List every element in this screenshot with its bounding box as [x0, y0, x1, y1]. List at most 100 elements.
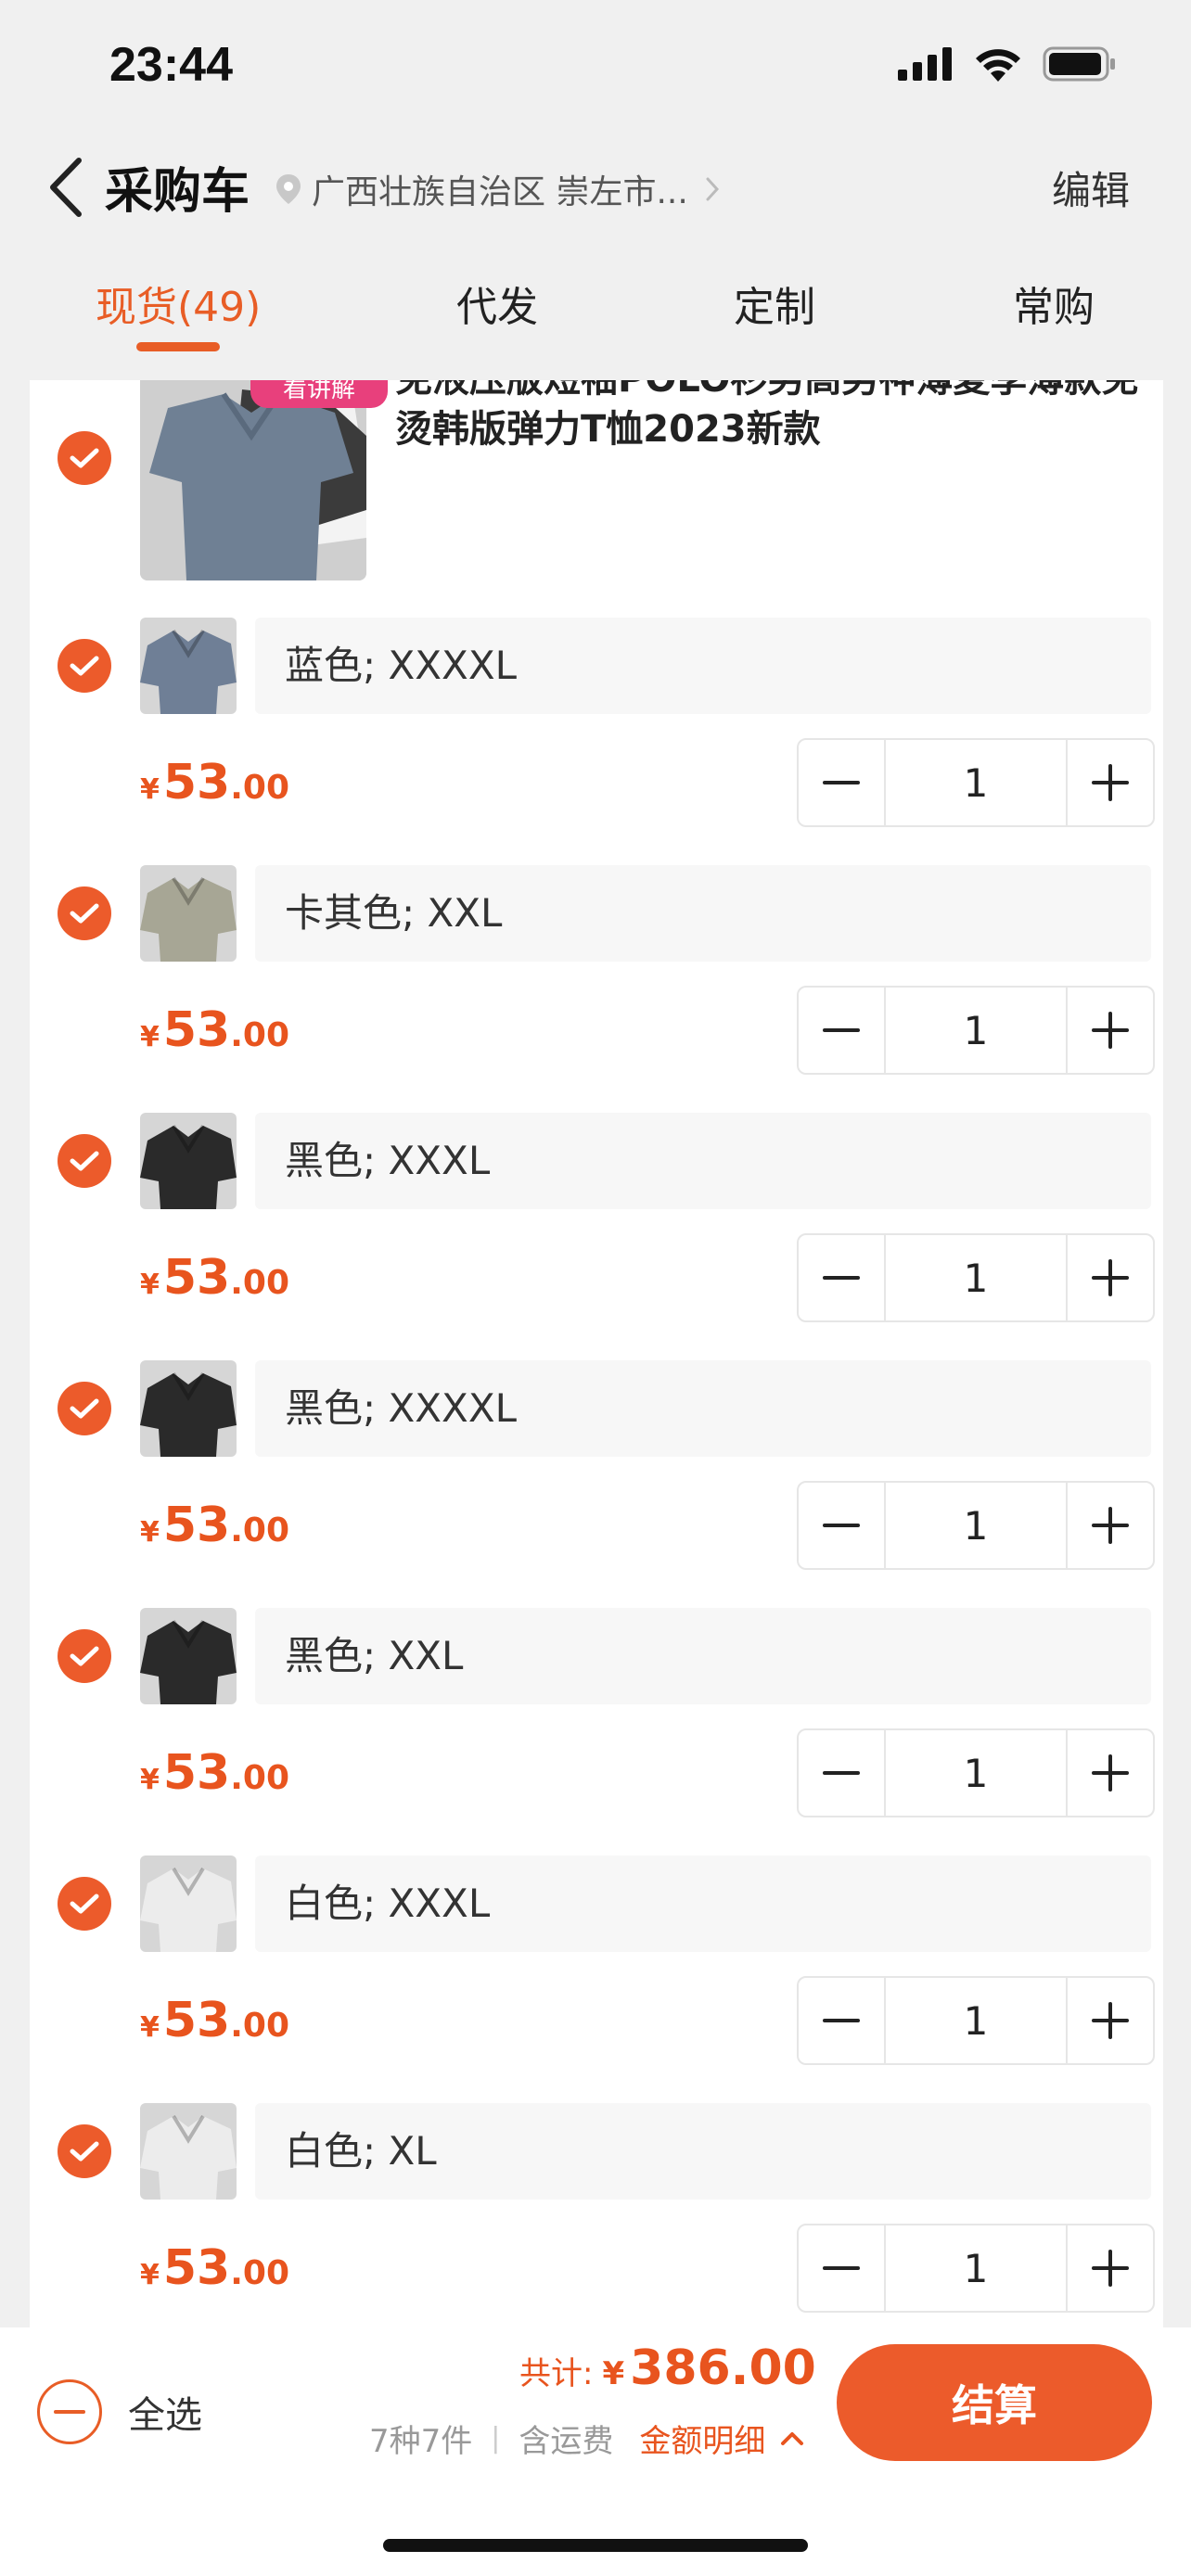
- increase-button[interactable]: [1068, 2225, 1153, 2311]
- variant-row: 黑色; XXXL ¥ 53 .00 1: [30, 1113, 1163, 1360]
- wifi-icon: [976, 49, 1020, 82]
- price-decimal: .00: [230, 2007, 290, 2045]
- chevron-up-icon[interactable]: [780, 2431, 804, 2446]
- signal-icon: [898, 47, 952, 81]
- quantity-value[interactable]: 1: [884, 740, 1068, 825]
- check-icon: [70, 1151, 99, 1171]
- variant-spec[interactable]: 卡其色; XXL: [255, 865, 1151, 962]
- minus-icon: [823, 1771, 860, 1775]
- select-all-circle[interactable]: [37, 2379, 102, 2444]
- increase-button[interactable]: [1068, 1978, 1153, 2063]
- variant-thumbnail[interactable]: [140, 2103, 237, 2200]
- price-integer: 53: [162, 1745, 231, 1801]
- decrease-button[interactable]: [799, 1235, 884, 1320]
- variant-row: 白色; XL ¥ 53 .00 1: [30, 2103, 1163, 2327]
- variant-checkbox[interactable]: [58, 639, 111, 693]
- product-title[interactable]: 免液压版短袖POLO衫男高男神薄夏季薄款免烫韩版弹力T恤2023新款: [395, 380, 1156, 454]
- location-selector[interactable]: 广西壮族自治区 崇左市...: [275, 165, 720, 213]
- plus-icon: [1092, 2250, 1129, 2287]
- increase-button[interactable]: [1068, 740, 1153, 825]
- decrease-button[interactable]: [799, 988, 884, 1073]
- tab-dropship[interactable]: 代发: [456, 274, 538, 333]
- variant-checkbox[interactable]: [58, 1629, 111, 1683]
- variant-thumbnail[interactable]: [140, 618, 237, 714]
- variant-checkbox[interactable]: [58, 2124, 111, 2178]
- check-icon: [70, 656, 99, 676]
- variant-thumbnail[interactable]: [140, 1855, 237, 1952]
- variant-spec[interactable]: 黑色; XXXXL: [255, 1360, 1151, 1457]
- variant-price: ¥ 53 .00: [140, 1993, 289, 2048]
- status-bar: 23:44: [0, 0, 1191, 139]
- total-value: 386.00: [630, 2340, 816, 2396]
- minus-icon: [823, 2266, 860, 2270]
- quantity-value[interactable]: 1: [884, 2225, 1068, 2311]
- minus-icon: [823, 1524, 860, 1527]
- tab-custom[interactable]: 定制: [734, 274, 815, 333]
- edit-button[interactable]: 编辑: [1052, 159, 1130, 216]
- price-currency: ¥: [140, 773, 160, 806]
- check-icon: [70, 1894, 99, 1914]
- variant-thumbnail[interactable]: [140, 865, 237, 962]
- price-currency: ¥: [140, 2259, 160, 2291]
- variant-thumbnail[interactable]: [140, 1360, 237, 1457]
- home-indicator: [383, 2539, 808, 2552]
- variant-price: ¥ 53 .00: [140, 1250, 289, 1306]
- plus-icon: [1092, 764, 1129, 801]
- variant-thumbnail[interactable]: [140, 1113, 237, 1209]
- quantity-value[interactable]: 1: [884, 1978, 1068, 2063]
- checkout-button[interactable]: 结算: [837, 2344, 1152, 2461]
- decrease-button[interactable]: [799, 1730, 884, 1816]
- increase-button[interactable]: [1068, 1730, 1153, 1816]
- quantity-stepper: 1: [797, 986, 1155, 1075]
- decrease-button[interactable]: [799, 1483, 884, 1568]
- increase-button[interactable]: [1068, 1235, 1153, 1320]
- page-title: 采购车: [105, 164, 250, 220]
- promo-badge: 看讲解: [250, 380, 388, 408]
- variant-spec[interactable]: 黑色; XXXL: [255, 1113, 1151, 1209]
- price-decimal: .00: [230, 1016, 290, 1054]
- price-decimal: .00: [230, 2254, 290, 2292]
- quantity-value[interactable]: 1: [884, 1235, 1068, 1320]
- minus-icon: [823, 2019, 860, 2022]
- variant-row: 白色; XXXL ¥ 53 .00 1: [30, 1855, 1163, 2103]
- decrease-button[interactable]: [799, 1978, 884, 2063]
- variant-spec[interactable]: 白色; XL: [255, 2103, 1151, 2200]
- minus-icon: [823, 781, 860, 784]
- increase-button[interactable]: [1068, 1483, 1153, 1568]
- tab-frequent[interactable]: 常购: [1013, 274, 1095, 333]
- total-label: 共计:: [519, 2355, 594, 2392]
- variant-spec[interactable]: 蓝色; XXXXL: [255, 618, 1151, 714]
- tab-in-stock[interactable]: 现货(49): [96, 274, 261, 333]
- variant-spec[interactable]: 黑色; XXL: [255, 1608, 1151, 1704]
- product-checkbox[interactable]: [58, 431, 111, 485]
- tab-bar: 现货(49) 代发 定制 常购: [0, 264, 1191, 357]
- variant-price: ¥ 53 .00: [140, 1498, 289, 1553]
- variant-price: ¥ 53 .00: [140, 755, 289, 810]
- increase-button[interactable]: [1068, 988, 1153, 1073]
- back-button[interactable]: [43, 150, 89, 224]
- quantity-value[interactable]: 1: [884, 988, 1068, 1073]
- divider: |: [491, 2422, 501, 2455]
- minus-icon: [54, 2410, 85, 2414]
- cart-card: 看讲解 免液压版短袖POLO衫男高男神薄夏季薄款免烫韩版弹力T恤2023新款 蓝…: [30, 380, 1163, 2327]
- select-all[interactable]: 全选: [37, 2379, 202, 2444]
- price-currency: ¥: [140, 1516, 160, 1549]
- variant-checkbox[interactable]: [58, 1382, 111, 1435]
- product-image[interactable]: [140, 380, 366, 580]
- minus-icon: [823, 1028, 860, 1032]
- quantity-stepper: 1: [797, 738, 1155, 827]
- variant-spec[interactable]: 白色; XXXL: [255, 1855, 1151, 1952]
- variant-checkbox[interactable]: [58, 1877, 111, 1931]
- item-count: 7种7件: [369, 2423, 473, 2460]
- quantity-value[interactable]: 1: [884, 1730, 1068, 1816]
- decrease-button[interactable]: [799, 2225, 884, 2311]
- variant-thumbnail[interactable]: [140, 1608, 237, 1704]
- variant-row: 黑色; XXL ¥ 53 .00 1: [30, 1608, 1163, 1855]
- price-integer: 53: [162, 755, 231, 810]
- quantity-value[interactable]: 1: [884, 1483, 1068, 1568]
- decrease-button[interactable]: [799, 740, 884, 825]
- variant-checkbox[interactable]: [58, 886, 111, 940]
- variant-checkbox[interactable]: [58, 1134, 111, 1188]
- price-integer: 53: [162, 2240, 231, 2296]
- price-detail-link[interactable]: 金额明细: [639, 2416, 765, 2461]
